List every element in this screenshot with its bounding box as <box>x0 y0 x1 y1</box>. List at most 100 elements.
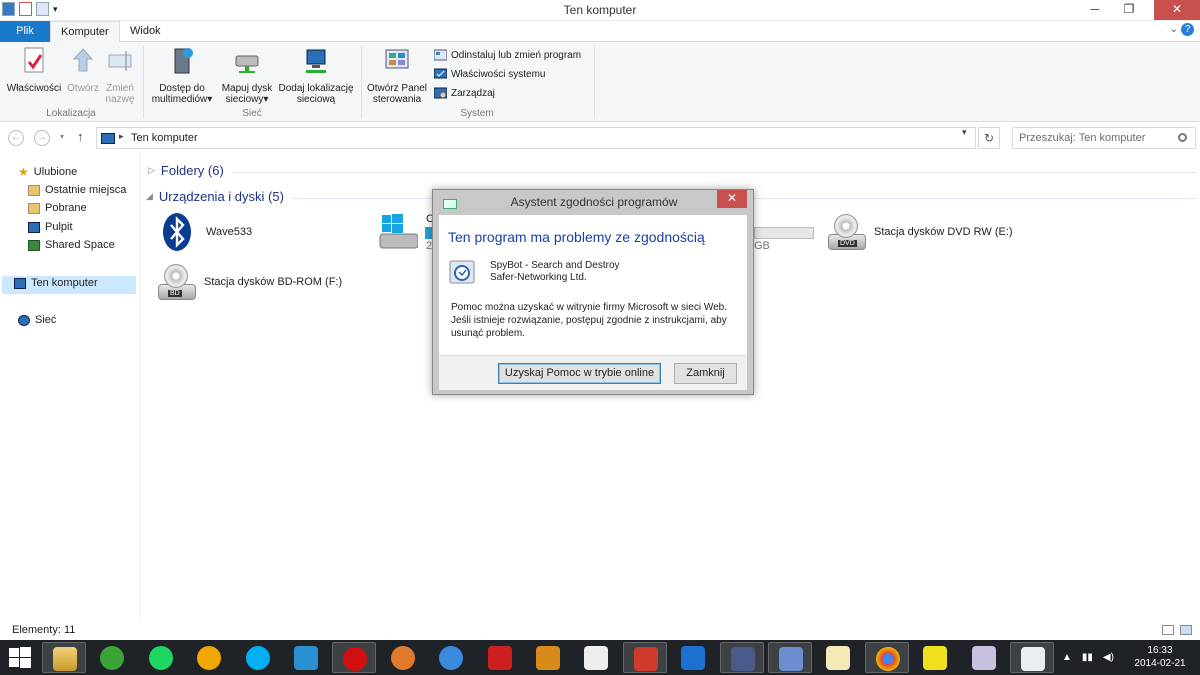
nav-item-ostatnie-miejsca[interactable]: Ostatnie miejsca <box>28 184 126 196</box>
device-wave533[interactable]: Wave533 <box>158 212 252 252</box>
address-bar[interactable]: ▸ Ten komputer <box>96 127 976 149</box>
system-properties-icon <box>434 68 447 79</box>
taskbar-notepad-button[interactable] <box>574 642 618 673</box>
windows-start-icon[interactable] <box>8 646 32 670</box>
tab-komputer[interactable]: Komputer <box>50 21 120 42</box>
taskbar-chrome-button[interactable] <box>864 642 909 673</box>
details-view-icon[interactable] <box>1162 625 1174 635</box>
close-icon: ✕ <box>726 191 738 205</box>
nav-item-ulubione[interactable]: ★ Ulubione <box>18 165 77 179</box>
large-icons-view-icon[interactable] <box>1180 625 1192 635</box>
uninstall-program-button[interactable]: Odinstaluj lub zmień program <box>434 49 581 61</box>
ribbon-tabs: Plik Komputer Widok ⌄ ? <box>0 21 1200 42</box>
virtualbox-icon <box>294 646 318 670</box>
network-location-icon <box>306 49 326 73</box>
section-foldery[interactable]: ▷ Foldery (6) <box>148 163 224 178</box>
taskbar-skype-button[interactable] <box>236 642 280 673</box>
taskbar: ▲ ▮▮ ◀) 16:33 2014-02-21 <box>0 640 1200 675</box>
map-drive-button[interactable]: Mapuj dysk sieciowy▾ <box>218 46 276 105</box>
taskbar-aimp-button[interactable] <box>187 642 231 673</box>
tray-expand-chevron-icon[interactable]: ▲ <box>1062 652 1072 663</box>
breadcrumb-separator-icon[interactable]: ▸ <box>119 131 124 142</box>
compatibility-dialog: Asystent zgodności programów ✕ Ten progr… <box>432 189 754 395</box>
drive-d-usage-bar <box>754 227 814 239</box>
network-tray-icon[interactable]: ▮▮ <box>1082 652 1093 663</box>
expand-chevron-icon: ▷ <box>148 165 155 175</box>
taskbar-task-list-button[interactable] <box>1010 642 1054 673</box>
get-help-online-button[interactable]: Uzyskaj Pomoc w trybie online <box>498 363 661 384</box>
nav-item-pobrane[interactable]: Pobrane <box>28 202 87 214</box>
breadcrumb-ten-komputer[interactable]: Ten komputer <box>131 132 198 144</box>
search-input[interactable]: Przeszukaj: Ten komputer <box>1012 127 1196 149</box>
forward-arrow-icon[interactable]: → <box>34 130 50 146</box>
minimize-button[interactable]: ─ <box>1082 0 1108 20</box>
uninstall-icon <box>434 49 447 61</box>
desktop-icon <box>28 221 40 233</box>
bd-drive-icon: BD <box>156 262 196 302</box>
manage-button[interactable]: Zarządzaj <box>434 87 495 99</box>
taskbar-xmind-button[interactable] <box>671 642 715 673</box>
control-panel-button[interactable]: Otwórz Panel sterowania <box>364 46 430 105</box>
section-urzadzenia[interactable]: ◢ Urządzenia i dyski (5) <box>146 189 284 204</box>
media-access-button[interactable]: Dostęp do multimediów▾ <box>148 46 216 105</box>
help-icon[interactable]: ? <box>1181 23 1194 36</box>
taskbar-screen-capture-button[interactable] <box>816 642 860 673</box>
nav-item-pulpit[interactable]: Pulpit <box>28 221 73 233</box>
shared-space-icon <box>28 239 40 251</box>
file-explorer-icon <box>53 647 77 671</box>
taskbar-daemon-tools-button[interactable] <box>429 642 473 673</box>
volume-tray-icon[interactable]: ◀) <box>1103 652 1114 663</box>
taskbar-game-button[interactable] <box>913 642 957 673</box>
spotify-icon <box>148 646 173 670</box>
taskbar-virtualbox-button[interactable] <box>284 642 328 673</box>
remote-desktop-icon <box>779 647 803 671</box>
back-arrow-icon[interactable]: ← <box>8 130 24 146</box>
taskbar-gimp-button[interactable] <box>526 642 570 673</box>
taskbar-adobe-reader-button[interactable] <box>478 642 522 673</box>
close-button[interactable]: ✕ <box>1154 0 1200 20</box>
program-icon <box>449 260 475 284</box>
maximize-button[interactable]: ❐ <box>1116 0 1142 20</box>
clock[interactable]: 16:33 2014-02-21 <box>1126 644 1194 670</box>
up-arrow-icon[interactable]: ↑ <box>77 129 84 144</box>
nav-item-siec[interactable]: Sieć <box>18 314 56 326</box>
tab-plik[interactable]: Plik <box>0 21 50 42</box>
taskbar-utorrent-button[interactable] <box>90 642 134 673</box>
taskbar-remote-desktop-button[interactable] <box>768 642 812 673</box>
rename-button[interactable]: Zmień nazwę <box>104 46 136 105</box>
device-drive-c[interactable] <box>378 212 418 252</box>
taskbar-paint-button[interactable] <box>962 642 1006 673</box>
collapse-chevron-icon: ◢ <box>146 191 153 201</box>
dialog-body: Ten program ma problemy ze zgodnością Sp… <box>439 215 747 355</box>
gimp-icon <box>536 646 560 670</box>
tab-widok[interactable]: Widok <box>120 21 171 42</box>
add-network-location-button[interactable]: Dodaj lokalizację sieciową <box>276 46 356 105</box>
taskbar-ccleaner-button[interactable] <box>622 642 667 673</box>
open-button[interactable]: Otwórz <box>64 46 102 94</box>
address-dropdown-chevron-icon[interactable]: ▾ <box>962 127 967 138</box>
opera-icon <box>343 647 368 671</box>
device-bd-rom-f[interactable]: BD Stacja dysków BD-ROM (F:) <box>156 262 342 302</box>
star-icon: ★ <box>18 165 29 179</box>
refresh-button[interactable]: ↻ <box>978 127 1000 149</box>
properties-button[interactable]: Właściwości <box>6 46 62 94</box>
device-dvd-rw-e[interactable]: DVD Stacja dysków DVD RW (E:) <box>826 212 1013 252</box>
control-panel-icon <box>385 49 409 69</box>
taskbar-opera-button[interactable] <box>332 642 377 673</box>
program-name: SpyBot - Search and Destroy <box>490 260 620 271</box>
group-label-system: System <box>460 108 494 119</box>
recent-locations-chevron-icon[interactable]: ▾ <box>60 132 64 141</box>
navigation-pane: ★ Ulubione Ostatnie miejsca Pobrane Pulp… <box>0 152 140 620</box>
nav-item-ten-komputer[interactable]: Ten komputer <box>14 277 98 289</box>
taskbar-spotify-button[interactable] <box>139 642 183 673</box>
taskbar-file-explorer-button[interactable] <box>42 642 86 673</box>
nav-item-shared-space[interactable]: Shared Space <box>28 239 115 251</box>
taskbar-video-editor-button[interactable] <box>719 642 764 673</box>
dialog-close-button[interactable]: ✕ <box>717 190 747 208</box>
pen-tool-icon <box>390 646 415 670</box>
taskbar-pen-tool-button[interactable] <box>381 642 425 673</box>
ribbon-expand-chevron-icon[interactable]: ⌄ <box>1170 24 1178 35</box>
notepad-icon <box>584 646 609 670</box>
close-dialog-button[interactable]: Zamknij <box>674 363 737 384</box>
system-properties-button[interactable]: Właściwości systemu <box>434 68 545 80</box>
